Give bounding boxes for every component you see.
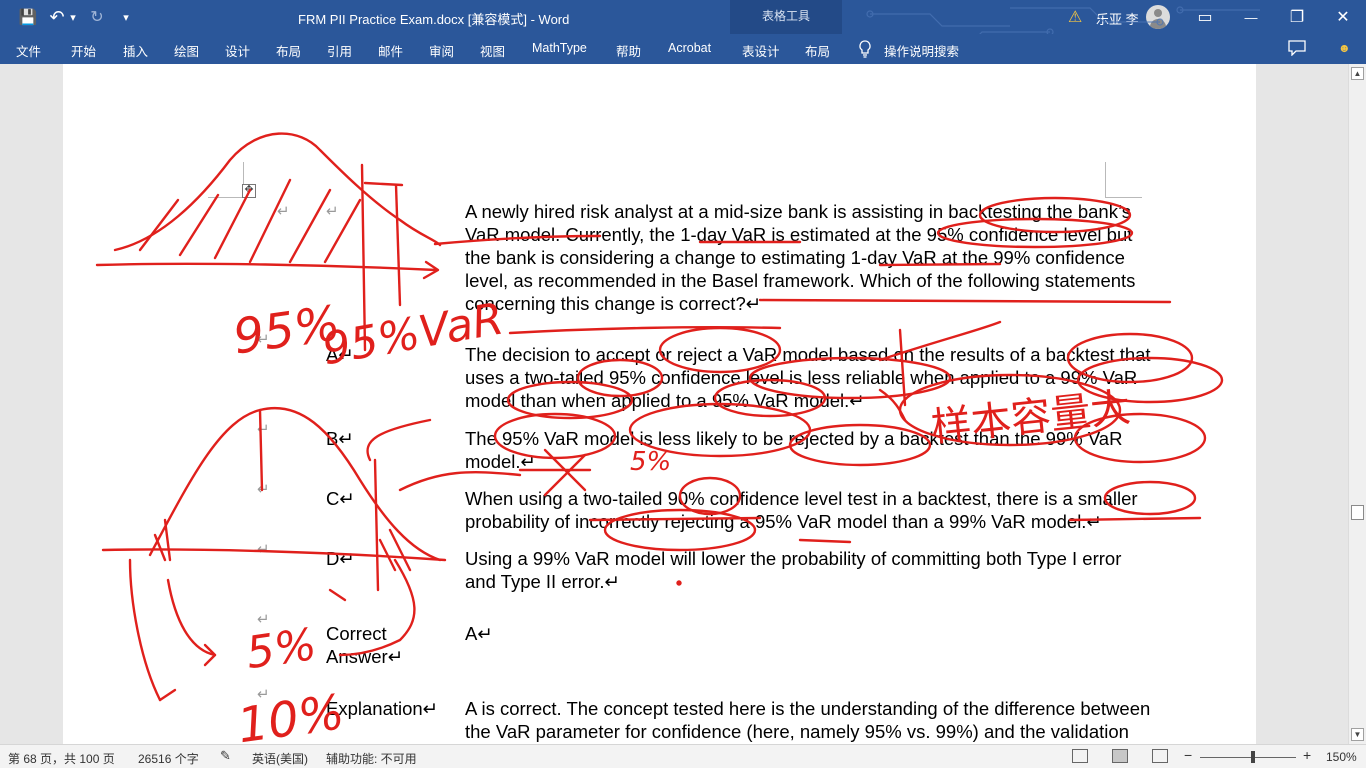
cell-end-mark: ↵ (326, 203, 339, 220)
cell-end-mark: ↵ (257, 331, 270, 348)
correct-answer-label: Answer↵ (326, 646, 404, 667)
tab-home[interactable]: 开始 (71, 41, 96, 60)
correct-answer-value: A↵ (465, 623, 493, 644)
comments-icon[interactable] (1288, 40, 1306, 56)
tab-acrobat[interactable]: Acrobat (668, 41, 711, 55)
cell-end-mark: ↵ (277, 203, 290, 220)
web-layout-icon[interactable] (1152, 749, 1168, 763)
margin-corner-mark (1106, 197, 1142, 198)
tab-table-layout[interactable]: 布局 (805, 41, 830, 60)
correct-answer-label: Correct (326, 623, 387, 644)
tab-draw[interactable]: 绘图 (174, 41, 199, 60)
save-icon[interactable]: 💾 (14, 0, 42, 34)
language-status[interactable]: 英语(美国) (252, 750, 308, 767)
question-line: A newly hired risk analyst at a mid-size… (465, 201, 1131, 222)
option-a-line: The decision to accept or reject a VaR m… (465, 344, 1151, 365)
word-count[interactable]: 26516 个字 (138, 750, 199, 767)
cell-end-mark: ↵ (257, 481, 270, 498)
tab-view[interactable]: 视图 (480, 41, 505, 60)
zoom-level[interactable]: 150% (1326, 750, 1357, 764)
option-a-label: A↵ (326, 344, 354, 365)
margin-corner-mark (1105, 162, 1106, 198)
option-d-line: and Type II error.↵ (465, 571, 621, 592)
zoom-in-button[interactable]: + (1303, 747, 1311, 763)
scroll-thumb[interactable] (1351, 505, 1364, 520)
page-count[interactable]: 第 68 页，共 100 页 (8, 750, 115, 767)
ribbon-tabs: 文件 开始 插入 绘图 设计 布局 引用 邮件 审阅 视图 MathType 帮… (0, 34, 1366, 64)
scroll-up-icon[interactable]: ▲ (1351, 67, 1364, 80)
explanation-line: the VaR parameter for confidence (here, … (465, 721, 1129, 742)
option-a-line: uses a two-tailed 95% confidence level i… (465, 367, 1138, 388)
tab-mathtype[interactable]: MathType (532, 41, 587, 55)
accessibility-status[interactable]: 辅助功能: 不可用 (326, 750, 417, 767)
feedback-smiley-icon[interactable]: ☻ (1338, 41, 1351, 55)
question-line: the bank is considering a change to esti… (465, 247, 1125, 268)
question-line: concerning this change is correct?↵ (465, 293, 762, 314)
vertical-scrollbar[interactable]: ▲ ▼ (1348, 64, 1366, 744)
option-c-line: probability of incorrectly rejecting a 9… (465, 511, 1102, 532)
tell-me-search[interactable]: 操作说明搜索 (884, 41, 959, 60)
tab-layout[interactable]: 布局 (276, 41, 301, 60)
close-button[interactable]: ✕ (1320, 0, 1366, 34)
explanation-line: A is correct. The concept tested here is… (465, 698, 1151, 719)
margin-corner-mark (208, 197, 244, 198)
cell-end-mark: ↵ (257, 686, 270, 703)
zoom-slider-thumb[interactable] (1250, 751, 1255, 763)
tab-file[interactable]: 文件 (16, 41, 41, 60)
option-d-line: Using a 99% VaR model will lower the pro… (465, 548, 1122, 569)
undo-dropdown-icon[interactable]: ▾ (67, 0, 79, 34)
zoom-slider[interactable] (1200, 757, 1296, 758)
question-line: VaR model. Currently, the 1-day VaR is e… (465, 224, 1133, 245)
status-bar: 第 68 页，共 100 页 26516 个字 ✎ 英语(美国) 辅助功能: 不… (0, 744, 1366, 768)
tab-help[interactable]: 帮助 (616, 41, 641, 60)
print-layout-icon[interactable] (1112, 749, 1128, 763)
cell-end-mark: ↵ (257, 421, 270, 438)
option-b-line: model.↵ (465, 451, 537, 472)
cell-end-mark: ↵ (257, 611, 270, 628)
undo-icon[interactable]: ↶ (46, 0, 68, 34)
read-mode-icon[interactable] (1072, 749, 1088, 763)
restore-button[interactable]: ❐ (1274, 0, 1320, 34)
option-c-label: C↵ (326, 488, 355, 509)
table-move-handle-icon[interactable]: ✥ (242, 184, 256, 198)
option-c-line: When using a two-tailed 90% confidence l… (465, 488, 1138, 509)
table-tools-context-label: 表格工具 (730, 0, 842, 34)
tab-mailings[interactable]: 邮件 (378, 41, 403, 60)
redo-icon[interactable]: ↻ (86, 0, 108, 34)
tab-review[interactable]: 审阅 (429, 41, 454, 60)
option-b-line: The 95% VaR model is less likely to be r… (465, 428, 1123, 449)
option-d-label: D↵ (326, 548, 355, 569)
lightbulb-icon[interactable] (858, 40, 872, 58)
proofing-icon[interactable]: ✎ (220, 748, 231, 764)
tab-references[interactable]: 引用 (327, 41, 352, 60)
scroll-down-icon[interactable]: ▼ (1351, 728, 1364, 741)
tab-table-design[interactable]: 表设计 (742, 41, 780, 60)
tab-design[interactable]: 设计 (225, 41, 250, 60)
customize-quick-access-icon[interactable]: ▾ (118, 0, 134, 34)
document-title: FRM PII Practice Exam.docx [兼容模式] - Word (298, 12, 570, 27)
explanation-label: Explanation↵ (326, 698, 439, 719)
cell-end-mark: ↵ (257, 541, 270, 558)
question-line: level, as recommended in the Basel frame… (465, 270, 1136, 291)
tab-insert[interactable]: 插入 (123, 41, 148, 60)
option-a-line: model than when applied to a 95% VaR mod… (465, 390, 865, 411)
zoom-out-button[interactable]: − (1184, 747, 1192, 763)
option-b-label: B↵ (326, 428, 354, 449)
